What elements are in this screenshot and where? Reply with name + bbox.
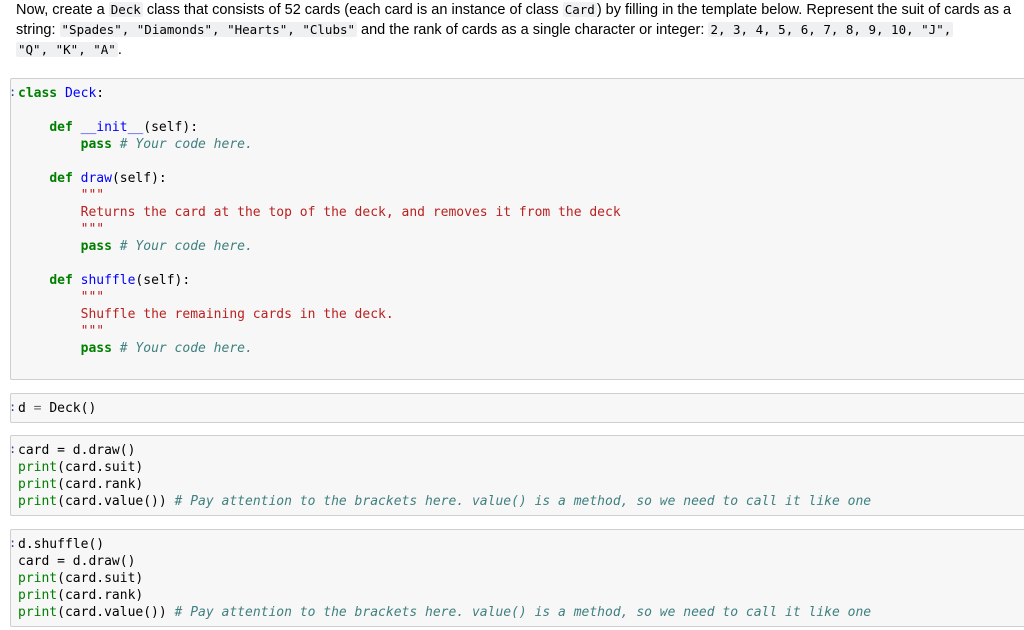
function-name: __init__ <box>80 120 144 135</box>
builtin-print: print <box>18 460 58 475</box>
print-argument: (card.rank) <box>57 588 144 603</box>
docstring: Returns the card at the top of the deck,… <box>80 205 621 220</box>
code-comment: # Pay attention to the brackets here. va… <box>174 494 872 509</box>
code-cell-create-deck[interactable]: : d = Deck() <box>9 393 1024 423</box>
code-line: print(card.suit) <box>18 571 143 586</box>
code-line: card = d.draw() <box>18 554 136 569</box>
builtin-print: print <box>18 605 58 620</box>
print-argument: (card.value()) <box>57 605 167 620</box>
code-editor[interactable]: d = Deck() <box>18 400 96 417</box>
code-line: def __init__(self): <box>49 120 198 135</box>
docstring: Shuffle the remaining cards in the deck. <box>80 307 394 322</box>
code-line: d.shuffle() <box>18 537 105 552</box>
code-line: class Deck: <box>18 86 104 101</box>
instruction-line-1: Now, create a Deck class that consists o… <box>16 0 1020 20</box>
docstring-quote: """ <box>80 222 105 237</box>
instruction-line-3: "Q", "K", "A". <box>16 40 1020 60</box>
instruction-text: . <box>117 42 122 58</box>
code-line: print(card.suit) <box>18 460 143 475</box>
instruction-line-2: string: "Spades", "Diamonds", "Hearts", … <box>16 20 1020 40</box>
print-argument: (card.suit) <box>57 571 144 586</box>
code-line: pass # Your code here. <box>81 239 253 254</box>
keyword-def: def <box>49 120 73 135</box>
docstring-quote: """ <box>80 290 105 305</box>
code-comment: # Pay attention to the brackets here. va… <box>174 605 872 620</box>
markdown-instructions: Now, create a Deck class that consists o… <box>16 0 1020 60</box>
class-name: Deck <box>64 86 97 101</box>
code-line: print(card.value()) # Pay attention to t… <box>18 494 871 509</box>
cell-prompt: : <box>9 536 17 550</box>
keyword-class: class <box>18 86 58 101</box>
inline-code-ranks: 2, 3, 4, 5, 6, 7, 8, 9, 10, "J", <box>708 22 954 37</box>
inline-code-suits: "Spades", "Diamonds", "Hearts", "Clubs" <box>59 22 358 37</box>
signature: (self): <box>135 273 191 288</box>
variable: d <box>18 401 26 416</box>
constructor-call: Deck() <box>49 401 97 416</box>
instruction-text: class that consists of 52 cards (each ca… <box>142 2 563 18</box>
code-line: card = d.draw() <box>18 443 136 458</box>
keyword-def: def <box>49 273 73 288</box>
docstring-quote: """ <box>80 324 105 339</box>
inline-code-card: Card <box>562 2 597 17</box>
print-argument: (card.suit) <box>57 460 144 475</box>
builtin-print: print <box>18 477 58 492</box>
code-editor[interactable]: card = d.draw() print(card.suit) print(c… <box>18 442 871 510</box>
code-editor[interactable]: d.shuffle() card = d.draw() print(card.s… <box>18 536 871 621</box>
code-cell-deck-class[interactable]: : class Deck: def __init__(self): pass #… <box>9 78 1024 380</box>
code-comment: # Your code here. <box>119 341 253 356</box>
code-comment: # Your code here. <box>119 239 253 254</box>
instruction-text: string: <box>16 22 60 38</box>
code-cell-draw-card[interactable]: : card = d.draw() print(card.suit) print… <box>9 435 1024 516</box>
code-line: print(card.rank) <box>18 588 143 603</box>
signature: (self): <box>111 171 167 186</box>
code-line: pass # Your code here. <box>81 341 253 356</box>
builtin-print: print <box>18 494 58 509</box>
keyword-pass: pass <box>80 239 112 254</box>
function-name: shuffle <box>80 273 136 288</box>
code-line: print(card.rank) <box>18 477 143 492</box>
code-editor[interactable]: class Deck: def __init__(self): pass # Y… <box>18 85 621 357</box>
instruction-text: and the rank of cards as a single charac… <box>357 22 709 38</box>
keyword-pass: pass <box>80 137 112 152</box>
code-line: pass # Your code here. <box>81 137 253 152</box>
print-argument: (card.value()) <box>57 494 167 509</box>
signature: (self): <box>143 120 199 135</box>
instruction-text: Now, create a <box>16 2 109 18</box>
function-name: draw <box>80 171 112 186</box>
code-line: def shuffle(self): <box>49 273 190 288</box>
cell-prompt: : <box>9 85 17 99</box>
print-argument: (card.rank) <box>57 477 144 492</box>
instruction-text: ) by filling in the template below. Repr… <box>596 2 1012 18</box>
code-comment: # Your code here. <box>119 137 253 152</box>
cell-prompt: : <box>9 400 17 414</box>
inline-code-face-ranks: "Q", "K", "A" <box>16 42 118 57</box>
builtin-print: print <box>18 588 58 603</box>
docstring-quote: """ <box>80 188 105 203</box>
builtin-print: print <box>18 571 58 586</box>
keyword-def: def <box>49 171 73 186</box>
code-line: print(card.value()) # Pay attention to t… <box>18 605 871 620</box>
operator: = <box>33 401 42 416</box>
cell-prompt: : <box>9 442 17 456</box>
code-cell-shuffle-draw[interactable]: : d.shuffle() card = d.draw() print(card… <box>9 529 1024 627</box>
keyword-pass: pass <box>80 341 112 356</box>
code-line: def draw(self): <box>49 171 166 186</box>
punctuation: : <box>96 86 105 101</box>
inline-code-deck: Deck <box>108 2 143 17</box>
